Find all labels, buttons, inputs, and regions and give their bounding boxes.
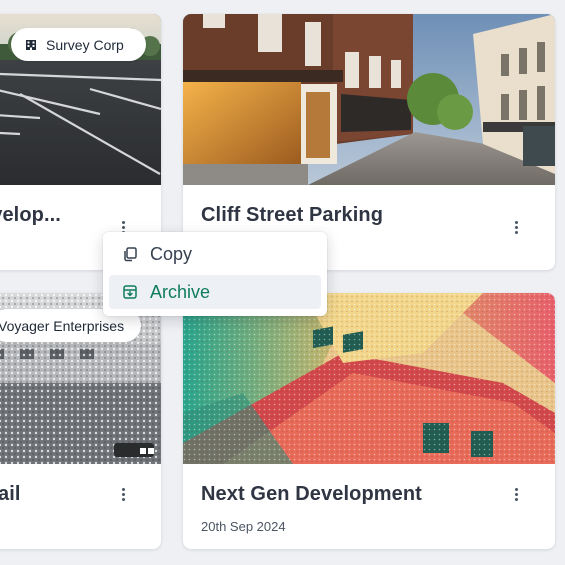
- card-context-menu: Copy Archive: [103, 232, 327, 316]
- copy-icon: [122, 246, 138, 262]
- project-card[interactable]: Next Gen Development 20th Sep 2024: [183, 293, 555, 549]
- card-image-street: [183, 14, 555, 185]
- copy-label: Copy: [150, 243, 193, 264]
- card-title: Cliff Street Parking: [201, 204, 384, 226]
- copy-menu-item[interactable]: Copy: [109, 237, 321, 271]
- more-options-button[interactable]: [506, 215, 526, 239]
- card-image-building: [183, 293, 555, 464]
- company-name: Voyager Enterprises: [0, 317, 125, 334]
- card-title: Next Gen Development: [201, 483, 422, 505]
- archive-menu-item[interactable]: Archive: [109, 275, 321, 309]
- card-title: etail: [0, 483, 21, 505]
- project-card[interactable]: Voyager Enterprises etail: [0, 293, 161, 549]
- project-grid: Survey Corp evelop...: [0, 0, 565, 565]
- company-badge: Survey Corp: [11, 28, 146, 61]
- company-name: Survey Corp: [46, 36, 124, 53]
- building-icon: [25, 39, 37, 51]
- archive-label: Archive: [150, 281, 211, 302]
- card-date: 20th Sep 2024: [201, 519, 286, 534]
- card-title: evelop...: [0, 204, 61, 226]
- archive-icon: [122, 284, 138, 300]
- more-options-button[interactable]: [506, 482, 526, 506]
- more-options-button[interactable]: [113, 482, 133, 506]
